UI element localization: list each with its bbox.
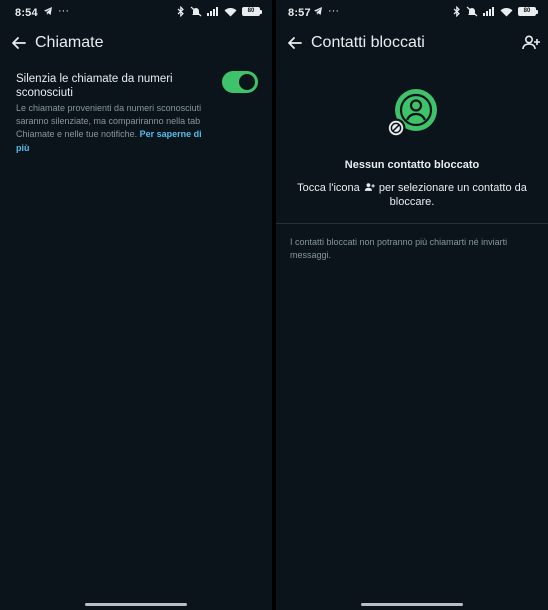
page-title: Chiamate	[35, 34, 104, 51]
battery-indicator: 80	[242, 7, 262, 16]
empty-state-title: Nessun contatto bloccato	[344, 159, 480, 171]
bluetooth-icon	[177, 6, 184, 17]
signal-icon	[207, 7, 218, 16]
battery-indicator: 80	[518, 7, 538, 16]
home-indicator[interactable]	[361, 603, 463, 606]
add-contact-icon[interactable]	[521, 33, 541, 53]
telegram-icon	[44, 7, 52, 15]
telegram-icon	[314, 7, 322, 15]
status-time: 8:57	[288, 7, 311, 19]
do-not-disturb-icon	[466, 6, 478, 17]
status-bar: 8:57 ··· 80	[276, 0, 548, 26]
app-bar: Chiamate	[0, 26, 272, 60]
gesture-bar	[276, 598, 548, 610]
more-notifications-icon: ···	[328, 5, 339, 17]
wifi-icon	[500, 7, 513, 16]
setting-description: Le chiamate provenienti da numeri sconos…	[16, 103, 202, 153]
blocked-contacts-screen: 8:57 ··· 80 Contatti bloccati Nessun con…	[276, 0, 548, 610]
status-bar: 8:54 ··· 80	[0, 0, 272, 26]
setting-title: Silenzia le chiamate da numeri sconosciu…	[16, 73, 173, 99]
wifi-icon	[224, 7, 237, 16]
back-arrow-icon[interactable]	[9, 33, 29, 53]
blocked-contacts-info: I contatti bloccati non potranno più chi…	[290, 237, 508, 260]
blocked-contact-illustration-icon	[386, 89, 437, 138]
app-bar: Contatti bloccati	[276, 26, 548, 60]
page-title: Contatti bloccati	[311, 34, 425, 51]
home-indicator[interactable]	[85, 603, 187, 606]
back-arrow-icon[interactable]	[285, 33, 305, 53]
more-notifications-icon: ···	[58, 5, 69, 17]
bluetooth-icon	[453, 6, 460, 17]
do-not-disturb-icon	[190, 6, 202, 17]
empty-state-text: Tocca l'icona per selezionare un contatt…	[297, 182, 527, 208]
gesture-bar	[0, 598, 272, 610]
toggle-knob	[239, 74, 255, 90]
status-time: 8:54	[15, 7, 38, 19]
signal-icon	[483, 7, 494, 16]
add-contact-inline-icon	[364, 183, 375, 191]
divider	[276, 223, 548, 224]
silence-toggle[interactable]	[222, 71, 258, 93]
calls-settings-screen: 8:54 ··· 80 Chiamate Silenzia le chiamat…	[0, 0, 272, 610]
